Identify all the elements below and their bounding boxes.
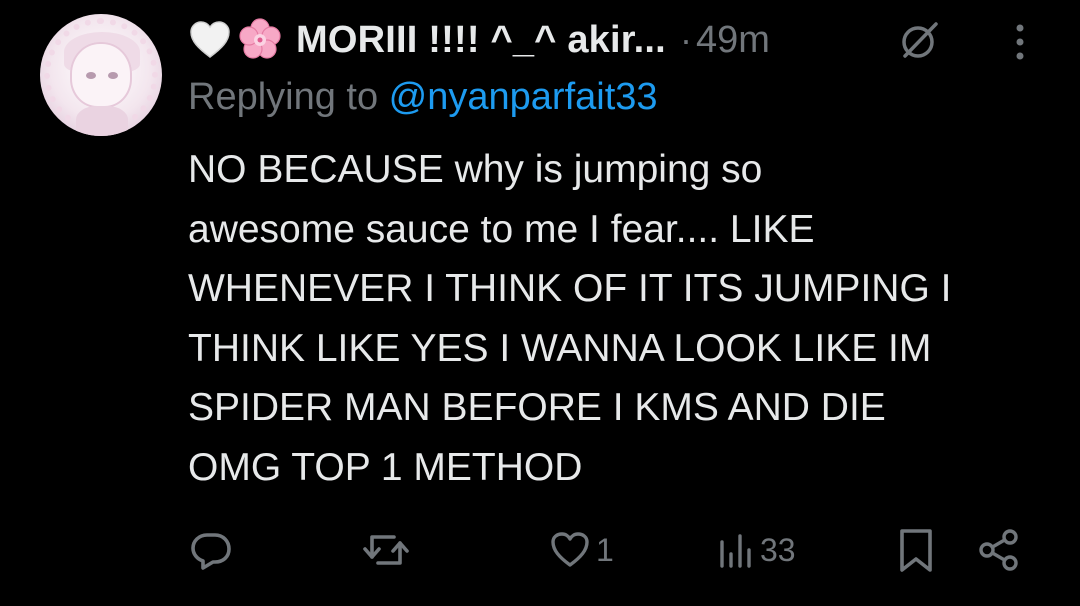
replying-to: Replying to @nyanparfait33 bbox=[188, 76, 658, 119]
post-body-line: NO BECAUSE why is jumping so bbox=[188, 148, 763, 191]
reply-icon bbox=[191, 533, 231, 570]
timestamp[interactable]: 49m bbox=[696, 19, 770, 62]
replying-label: Replying to bbox=[188, 76, 389, 118]
repost-icon bbox=[363, 535, 409, 565]
post[interactable]: MORIII !!!! ^_^ akir... · 49m Replying t… bbox=[0, 0, 1080, 606]
bookmark-button[interactable] bbox=[896, 522, 936, 578]
share-button[interactable] bbox=[976, 522, 1022, 578]
share-icon bbox=[979, 529, 1018, 571]
replying-handle-link[interactable]: @nyanparfait33 bbox=[389, 76, 658, 118]
post-body-line: OMG TOP 1 METHOD bbox=[188, 445, 583, 489]
separator-dot: · bbox=[679, 19, 692, 60]
views-button[interactable]: 33 bbox=[716, 522, 796, 578]
display-name[interactable]: MORIII !!!! ^_^ akir... bbox=[296, 19, 666, 62]
like-count: 1 bbox=[596, 531, 614, 568]
post-body-line: WHENEVER I THINK OF IT ITS JUMPING I bbox=[188, 267, 952, 310]
views-icon bbox=[720, 534, 751, 568]
more-options-icon[interactable] bbox=[1008, 20, 1032, 64]
views-count: 33 bbox=[760, 531, 796, 568]
avatar-face bbox=[70, 42, 132, 108]
post-body-line: SPIDER MAN BEFORE I KMS AND DIE bbox=[188, 386, 886, 429]
bookmark-icon bbox=[900, 529, 932, 572]
avatar-eye bbox=[86, 72, 96, 79]
post-body-line: awesome sauce to me I fear.... LIKE bbox=[188, 207, 815, 251]
avatar[interactable] bbox=[40, 14, 162, 136]
cherry-blossom-icon bbox=[239, 18, 281, 59]
avatar-eye bbox=[108, 72, 118, 79]
like-button[interactable]: 1 bbox=[548, 522, 614, 578]
action-bar: 1 33 bbox=[0, 522, 1080, 578]
avatar-body bbox=[76, 106, 128, 136]
post-body-line: THINK LIKE YES I WANNA LOOK LIKE IM bbox=[188, 326, 932, 370]
grok-icon[interactable] bbox=[898, 18, 942, 62]
white-heart-icon bbox=[190, 21, 230, 58]
repost-button[interactable] bbox=[360, 522, 412, 578]
reply-button[interactable] bbox=[188, 522, 234, 578]
heart-icon bbox=[551, 532, 589, 567]
post-header: MORIII !!!! ^_^ akir... · 49m bbox=[188, 12, 1048, 68]
post-body: NO BECAUSE why is jumping so awesome sau… bbox=[188, 140, 1048, 497]
